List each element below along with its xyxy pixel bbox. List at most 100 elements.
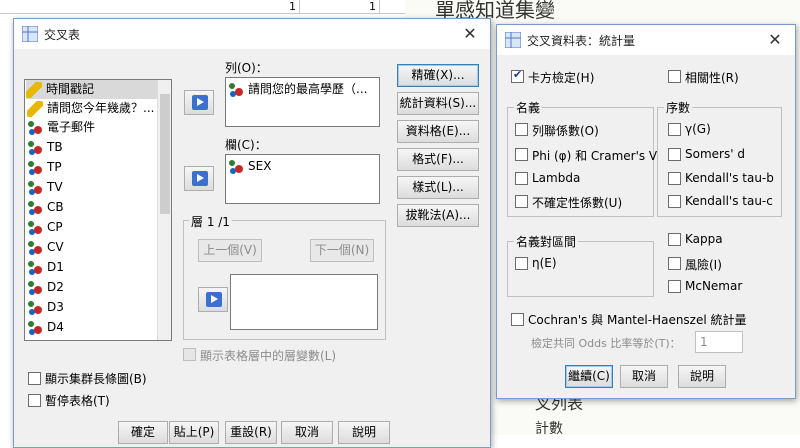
reset-button[interactable]: 重設(R) [225, 421, 277, 444]
previous-layer-button[interactable]: 上一個(V) [198, 239, 262, 262]
somers-d-label: Somers' d [685, 147, 745, 161]
spreadsheet-row: 1 1 [0, 0, 420, 14]
list-item[interactable]: CV [27, 238, 64, 257]
close-icon[interactable]: ✕ [765, 30, 785, 49]
list-item[interactable]: D1 [27, 258, 64, 277]
nominal-variable-icon [27, 320, 43, 336]
grid-cell[interactable]: 1 [300, 0, 380, 14]
cells-button[interactable]: 資料格(E)... [397, 120, 479, 143]
lambda-checkbox[interactable] [515, 172, 528, 185]
tau-b-checkbox[interactable] [668, 172, 681, 185]
gamma-label: γ(G) [685, 122, 711, 136]
nominal-variable-icon [27, 280, 43, 296]
list-item[interactable]: TV [27, 178, 63, 197]
correlations-label: 相關性(R) [685, 71, 739, 85]
contingency-coef-label: 列聯係數(O) [532, 124, 599, 138]
format-button[interactable]: 格式(F)... [397, 148, 479, 171]
style-button[interactable]: 樣式(L)... [397, 176, 479, 199]
list-item[interactable]: 時間戳記 [26, 80, 157, 99]
chi-square-checkbox[interactable] [511, 68, 524, 83]
clustered-bar-checkbox[interactable] [28, 372, 41, 385]
list-item[interactable]: TP [27, 158, 62, 177]
column-label: 欄(C)： [225, 138, 267, 152]
variable-label: D3 [47, 300, 64, 314]
list-item[interactable]: D2 [27, 278, 64, 297]
uncertainty-coef-checkbox[interactable] [515, 195, 528, 208]
close-icon[interactable]: ✕ [460, 24, 480, 43]
nominal-variable-icon [27, 300, 43, 316]
cochran-checkbox[interactable] [511, 313, 524, 326]
scale-variable-icon [27, 100, 43, 117]
gamma-checkbox[interactable] [668, 123, 681, 136]
variable-label: D1 [47, 260, 64, 274]
help-button[interactable]: 說明 [338, 421, 390, 444]
statistics-dialog: 交叉資料表：統計量 ✕ 卡方檢定(H) 相關性(R) 名義 列聯係數(O) Ph… [496, 24, 796, 399]
row-variable-list[interactable]: 請問您的最高學歷（... [225, 77, 380, 127]
tau-c-checkbox[interactable] [668, 195, 681, 208]
scale-variable-icon [26, 81, 42, 98]
show-layer-vars-checkbox[interactable] [183, 348, 196, 361]
ok-button[interactable]: 確定 [118, 421, 168, 444]
row-label: 列(O)： [225, 61, 268, 75]
move-to-row-button[interactable] [184, 90, 214, 115]
continue-button[interactable]: 繼續(C) [565, 365, 613, 388]
suppress-tables-label: 暫停表格(T) [45, 394, 110, 408]
somers-d-checkbox[interactable] [668, 148, 681, 161]
move-to-column-button[interactable] [184, 166, 214, 191]
column-variable-list[interactable]: SEX [225, 154, 380, 204]
crosstab-dialog: 交叉表 ✕ 時間戳記 請問您今年幾歲？... 電子郵件 TB TP TV CB … [13, 18, 491, 448]
variable-label: TV [47, 180, 63, 194]
dialog-title: 交叉表 [44, 27, 81, 42]
nominal-variable-icon [27, 160, 43, 176]
paste-button[interactable]: 貼上(P) [169, 421, 219, 444]
cancel-button[interactable]: 取消 [620, 365, 668, 388]
suppress-tables-checkbox[interactable] [28, 394, 41, 407]
layer-variable-list[interactable] [230, 274, 378, 330]
nominal-variable-icon [27, 140, 43, 156]
nominal-variable-icon [27, 120, 43, 136]
nominal-variable-icon [27, 220, 43, 236]
kappa-checkbox[interactable] [668, 233, 681, 246]
risk-checkbox[interactable] [668, 257, 681, 270]
list-item[interactable]: CB [27, 198, 64, 217]
variable-label: CV [47, 240, 64, 254]
list-item[interactable]: 電子郵件 [27, 118, 95, 137]
list-item[interactable]: CP [27, 218, 63, 237]
cancel-button[interactable]: 取消 [281, 421, 333, 444]
layer-label: 層 1 /1 [189, 213, 232, 230]
grid-cell[interactable]: 1 [220, 0, 300, 14]
phi-cramer-checkbox[interactable] [515, 148, 528, 161]
kappa-label: Kappa [685, 232, 723, 246]
scrollbar-thumb[interactable] [160, 94, 170, 214]
list-item[interactable]: D4 [27, 318, 64, 337]
next-layer-button[interactable]: 下一個(N) [310, 239, 374, 262]
correlations-checkbox[interactable] [668, 70, 681, 83]
mcnemar-label: McNemar [685, 279, 743, 293]
list-item[interactable]: D3 [27, 298, 64, 317]
list-item[interactable]: 請問您的最高學歷（... [228, 80, 367, 99]
list-item[interactable]: 請問您今年幾歲？... [27, 99, 154, 118]
statistics-button[interactable]: 統計資料(S)... [397, 92, 479, 115]
odds-ratio-input[interactable]: 1 [695, 331, 743, 353]
bootstrap-button[interactable]: 拔靴法(A)... [397, 204, 479, 227]
exact-button[interactable]: 精確(X)... [397, 64, 479, 87]
uncertainty-coef-label: 不確定性係數(U) [532, 196, 623, 210]
variable-list[interactable]: 時間戳記 請問您今年幾歲？... 電子郵件 TB TP TV CB CP CV … [24, 79, 172, 341]
dialog-title: 交叉資料表：統計量 [527, 33, 636, 48]
help-button[interactable]: 說明 [678, 365, 726, 388]
nominal-variable-icon [228, 159, 244, 175]
list-item[interactable]: TB [27, 138, 63, 157]
risk-label: 風險(I) [685, 258, 722, 272]
eta-checkbox[interactable] [515, 257, 528, 270]
nominal-variable-icon [27, 200, 43, 216]
variable-label: SEX [248, 159, 272, 173]
list-scrollbar[interactable] [157, 80, 171, 340]
mcnemar-checkbox[interactable] [668, 280, 681, 293]
spss-app-icon [504, 31, 522, 49]
contingency-coef-checkbox[interactable] [515, 123, 528, 136]
list-item[interactable]: SEX [228, 157, 271, 176]
statistics-titlebar: 交叉資料表：統計量 ✕ [497, 25, 795, 55]
arrow-right-icon [192, 95, 208, 110]
tau-c-label: Kendall's tau-c [685, 194, 773, 208]
tau-b-label: Kendall's tau-b [685, 171, 774, 185]
